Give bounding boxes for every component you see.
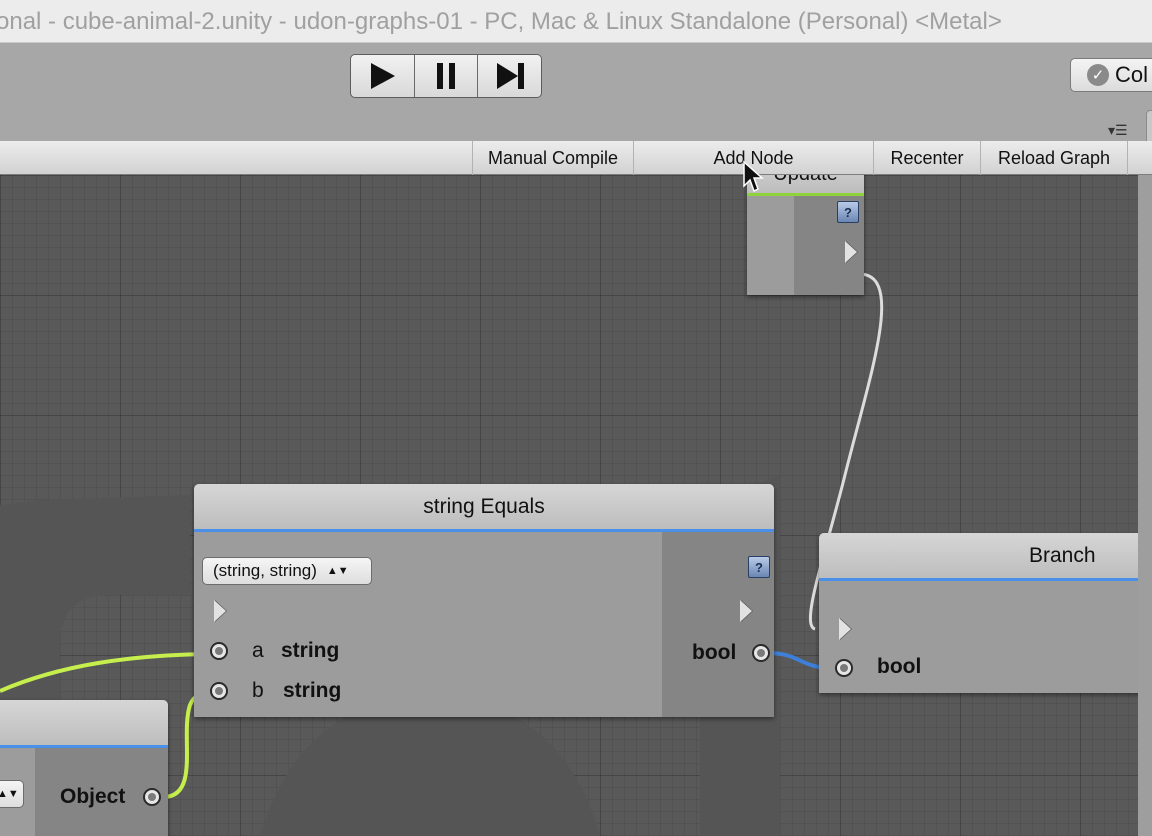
flow-in-port[interactable] bbox=[214, 600, 226, 622]
node-partial[interactable]: ▲▼ Object bbox=[0, 700, 168, 836]
node-update[interactable]: Update ? bbox=[747, 175, 864, 295]
input-port-b[interactable] bbox=[210, 682, 228, 700]
output-port-bool[interactable] bbox=[752, 644, 770, 662]
output-object-label: Object bbox=[60, 785, 126, 808]
input-a-type: string bbox=[281, 639, 340, 662]
string-wire-a bbox=[0, 652, 211, 693]
dropdown-arrows-icon: ▲▼ bbox=[326, 565, 349, 577]
overload-dropdown-value: (string, string) bbox=[213, 561, 317, 580]
flow-out-port[interactable] bbox=[845, 241, 857, 263]
window-tab[interactable] bbox=[1146, 110, 1152, 144]
tab-menu-icon[interactable]: ▾☰ bbox=[1108, 122, 1128, 139]
reload-graph-button[interactable]: Reload Graph bbox=[980, 141, 1128, 175]
playback-controls bbox=[350, 54, 542, 98]
pause-icon bbox=[437, 63, 455, 89]
help-icon[interactable]: ? bbox=[748, 556, 770, 578]
recenter-button[interactable]: Recenter bbox=[873, 141, 980, 175]
vertical-scrollbar[interactable] bbox=[1138, 175, 1152, 836]
input-port-a[interactable] bbox=[210, 642, 228, 660]
input-b-name: b bbox=[252, 679, 264, 702]
graph-toolbar: Manual Compile Add Node Recenter Reload … bbox=[0, 141, 1152, 175]
node-branch[interactable]: Branch bool bbox=[819, 533, 1138, 693]
output-type-label: bool bbox=[692, 641, 737, 664]
input-b-type: string bbox=[283, 679, 342, 702]
node-branch-accent bbox=[819, 578, 1138, 581]
dropdown-arrows-icon: ▲▼ bbox=[0, 788, 19, 800]
main-toolbar bbox=[0, 43, 1152, 141]
window-titlebar: sonal - cube-animal-2.unity - udon-graph… bbox=[0, 0, 1152, 43]
help-icon[interactable]: ? bbox=[837, 201, 859, 223]
input-port-bool[interactable] bbox=[835, 659, 853, 677]
step-button[interactable] bbox=[478, 55, 541, 97]
flow-out-port[interactable] bbox=[740, 600, 752, 622]
graph-canvas[interactable]: Update ? string Equals (string, string) ▲… bbox=[0, 175, 1138, 836]
node-branch-title: Branch bbox=[819, 533, 1138, 578]
play-button[interactable] bbox=[351, 55, 415, 97]
input-a-name: a bbox=[252, 639, 264, 662]
window-title: sonal - cube-animal-2.unity - udon-graph… bbox=[0, 8, 1002, 35]
play-icon bbox=[371, 63, 396, 89]
partial-dropdown[interactable]: ▲▼ bbox=[0, 780, 24, 808]
node-string-equals-title: string Equals bbox=[194, 484, 774, 529]
node-partial-title bbox=[0, 700, 168, 745]
input-bool-type: bool bbox=[877, 655, 922, 678]
output-port-object[interactable] bbox=[143, 788, 161, 806]
checkmark-icon: ✓ bbox=[1087, 64, 1109, 86]
overload-dropdown[interactable]: (string, string) ▲▼ bbox=[202, 557, 372, 585]
step-icon bbox=[496, 63, 524, 89]
collab-button[interactable]: ✓ Col bbox=[1070, 58, 1152, 92]
manual-compile-button[interactable]: Manual Compile bbox=[472, 141, 633, 175]
mouse-cursor-icon bbox=[743, 160, 764, 193]
node-update-title: Update bbox=[747, 175, 864, 193]
pause-button[interactable] bbox=[415, 55, 479, 97]
collab-label: Col bbox=[1115, 62, 1149, 87]
node-string-equals[interactable]: string Equals (string, string) ▲▼ ? a str… bbox=[194, 484, 774, 717]
flow-in-port[interactable] bbox=[839, 618, 851, 640]
